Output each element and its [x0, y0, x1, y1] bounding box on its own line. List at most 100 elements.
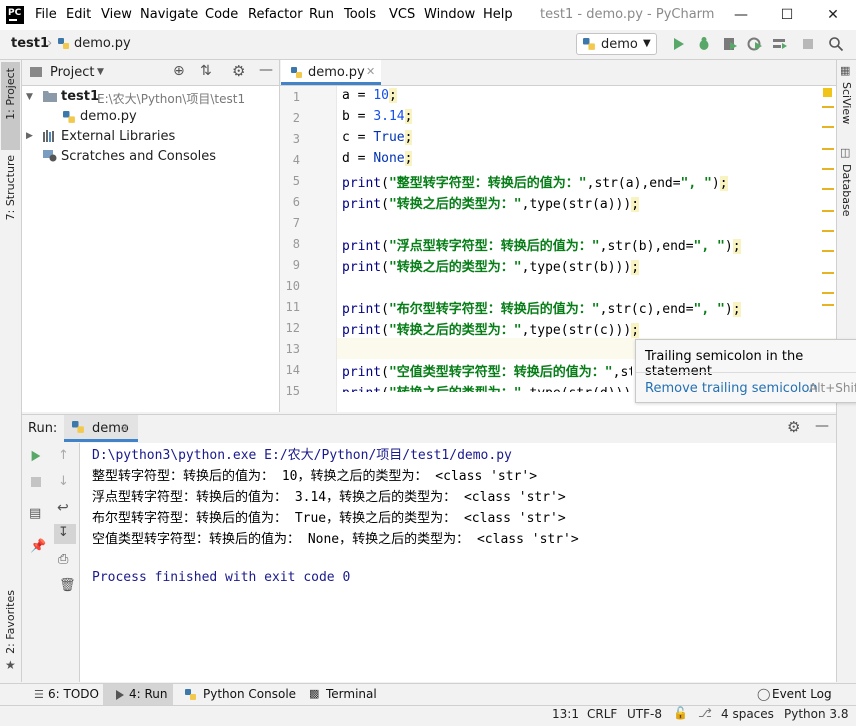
tool-tab-sciview[interactable]: SciView	[840, 82, 853, 124]
menu-file[interactable]: File	[35, 7, 57, 22]
python-console-icon	[185, 689, 196, 700]
tooltip-divider	[636, 372, 856, 373]
close-tab-icon[interactable]: ✕	[366, 65, 375, 78]
search-everywhere-icon[interactable]	[828, 36, 844, 52]
tool-tab-database[interactable]: Database	[840, 164, 853, 217]
print-icon[interactable]: ⎙	[58, 552, 68, 567]
terminal-icon: ▩	[309, 687, 320, 700]
tool-tab-structure[interactable]: 7: Structure	[4, 155, 17, 220]
project-panel-title[interactable]: Project	[50, 65, 94, 80]
expand-arrow-icon[interactable]: ▶	[26, 131, 33, 141]
debug-icon[interactable]	[696, 36, 712, 52]
gear-icon[interactable]: ⚙	[232, 62, 245, 80]
indent-setting[interactable]: 4 spaces	[721, 707, 774, 721]
chevron-down-icon[interactable]: ▼	[97, 67, 104, 77]
tool-tab-run[interactable]: 4: Run	[129, 687, 168, 701]
quick-fix-shortcut: Alt+Shift	[809, 381, 856, 395]
code-line: print("浮点型转字符型：转换后的值为：",str(b),end=", ")…	[342, 239, 741, 254]
close-tab-icon[interactable]: ✕	[120, 422, 129, 435]
arrow-up-icon[interactable]: ↑	[58, 448, 69, 463]
editor-tab-label: demo.py	[308, 65, 365, 80]
breadcrumb-project[interactable]: test1	[11, 36, 49, 51]
code-line: b = 3.14;	[342, 109, 413, 124]
quick-fix-link[interactable]: Remove trailing semicolon	[645, 381, 818, 396]
pin-icon[interactable]: 📌	[30, 539, 46, 554]
hide-panel-icon[interactable]: —	[259, 62, 273, 78]
run-with-coverage-icon[interactable]	[722, 36, 738, 52]
menu-edit[interactable]: Edit	[66, 7, 91, 22]
console-line: D:\python3\python.exe E:/农大/Python/项目/te…	[92, 448, 512, 463]
project-panel	[22, 60, 280, 412]
gear-icon[interactable]: ⚙	[787, 418, 800, 436]
profile-icon[interactable]	[747, 36, 763, 52]
line-number: 13	[285, 342, 300, 356]
tool-tab-terminal[interactable]: Terminal	[326, 687, 377, 701]
code-line: a = 10;	[342, 88, 397, 103]
menu-tools[interactable]: Tools	[344, 7, 376, 22]
tree-item-external-libraries[interactable]: External Libraries	[61, 129, 175, 144]
menu-window[interactable]: Window	[424, 7, 475, 22]
caret-position[interactable]: 13:1	[552, 707, 579, 721]
minimize-icon[interactable]: —	[718, 0, 764, 30]
code-line: print("转换之后的类型为：",type(str(d)))	[342, 382, 631, 392]
tool-tab-project[interactable]: 1: Project	[4, 68, 17, 120]
breadcrumb-file[interactable]: demo.py	[74, 36, 131, 51]
stop-icon[interactable]	[800, 36, 816, 52]
locate-icon[interactable]: ⊕	[173, 63, 185, 79]
stop-icon[interactable]	[30, 476, 42, 488]
console-line: Process finished with exit code 0	[92, 570, 351, 585]
menu-view[interactable]: View	[101, 7, 132, 22]
tool-tab-event-log[interactable]: Event Log	[772, 687, 832, 701]
menu-vcs[interactable]: VCS	[389, 7, 415, 22]
libraries-icon	[43, 130, 54, 142]
tree-item-project-root[interactable]: test1	[61, 89, 99, 104]
scratches-icon	[43, 150, 57, 162]
console-line: 浮点型转字符型：转换后的值为： 3.14，转换之后的类型为： <class 's…	[92, 490, 566, 505]
menu-code[interactable]: Code	[205, 7, 238, 22]
tool-tab-todo[interactable]: 6: TODO	[48, 687, 99, 701]
collapse-all-icon[interactable]: ⇅	[200, 63, 212, 79]
menu-help[interactable]: Help	[483, 7, 513, 22]
menu-navigate[interactable]: Navigate	[140, 7, 198, 22]
chevron-down-icon: ▼	[643, 38, 651, 49]
line-number: 4	[292, 153, 300, 167]
star-icon: ★	[5, 658, 16, 672]
python-file-icon	[58, 38, 69, 49]
tree-item-scratches[interactable]: Scratches and Consoles	[61, 149, 216, 164]
menu-run[interactable]: Run	[309, 7, 334, 22]
layout-icon[interactable]: ▤	[29, 506, 41, 521]
soft-wrap-icon[interactable]: ↩	[57, 500, 69, 516]
code-line: print("布尔型转字符型：转换后的值为：",str(c),end=", ")…	[342, 302, 741, 317]
expand-arrow-icon[interactable]: ▼	[26, 92, 33, 102]
scroll-to-end-icon: ↧	[58, 525, 69, 540]
python-file-icon	[291, 67, 302, 78]
close-icon[interactable]: ✕	[810, 0, 856, 30]
sciview-icon: ▦	[840, 64, 851, 77]
hide-panel-icon[interactable]: —	[815, 418, 829, 434]
lock-icon[interactable]: 🔓	[673, 706, 688, 720]
python-interpreter[interactable]: Python 3.8	[784, 707, 849, 721]
run-panel-label: Run:	[28, 421, 58, 436]
arrow-down-icon[interactable]: ↓	[58, 474, 69, 489]
concurrency-diagram-icon[interactable]	[772, 36, 788, 52]
console-line: 空值类型转字符型：转换后的值为： None，转换之后的类型为： <class '…	[92, 532, 579, 547]
trash-icon[interactable]: 🗑	[59, 578, 76, 593]
run-panel-header	[22, 414, 836, 444]
tool-tab-python-console[interactable]: Python Console	[203, 687, 296, 701]
console-line: 布尔型转字符型：转换后的值为： True，转换之后的类型为： <class 's…	[92, 511, 566, 526]
maximize-icon[interactable]: ☐	[764, 0, 810, 30]
line-number: 7	[292, 216, 300, 230]
line-number: 9	[292, 258, 300, 272]
run-config-label: demo	[601, 37, 638, 52]
line-number: 10	[285, 279, 300, 293]
python-config-icon	[583, 38, 595, 50]
rerun-icon[interactable]	[29, 449, 43, 463]
tool-tab-favorites[interactable]: 2: Favorites	[4, 590, 17, 654]
run-icon[interactable]	[671, 36, 687, 52]
file-encoding[interactable]: UTF-8	[627, 707, 662, 721]
line-separator[interactable]: CRLF	[587, 707, 617, 721]
menu-refactor[interactable]: Refactor	[248, 7, 303, 22]
code-line: c = True;	[342, 130, 413, 145]
project-view-icon	[30, 67, 42, 77]
tree-item-demo-py[interactable]: demo.py	[80, 109, 137, 124]
